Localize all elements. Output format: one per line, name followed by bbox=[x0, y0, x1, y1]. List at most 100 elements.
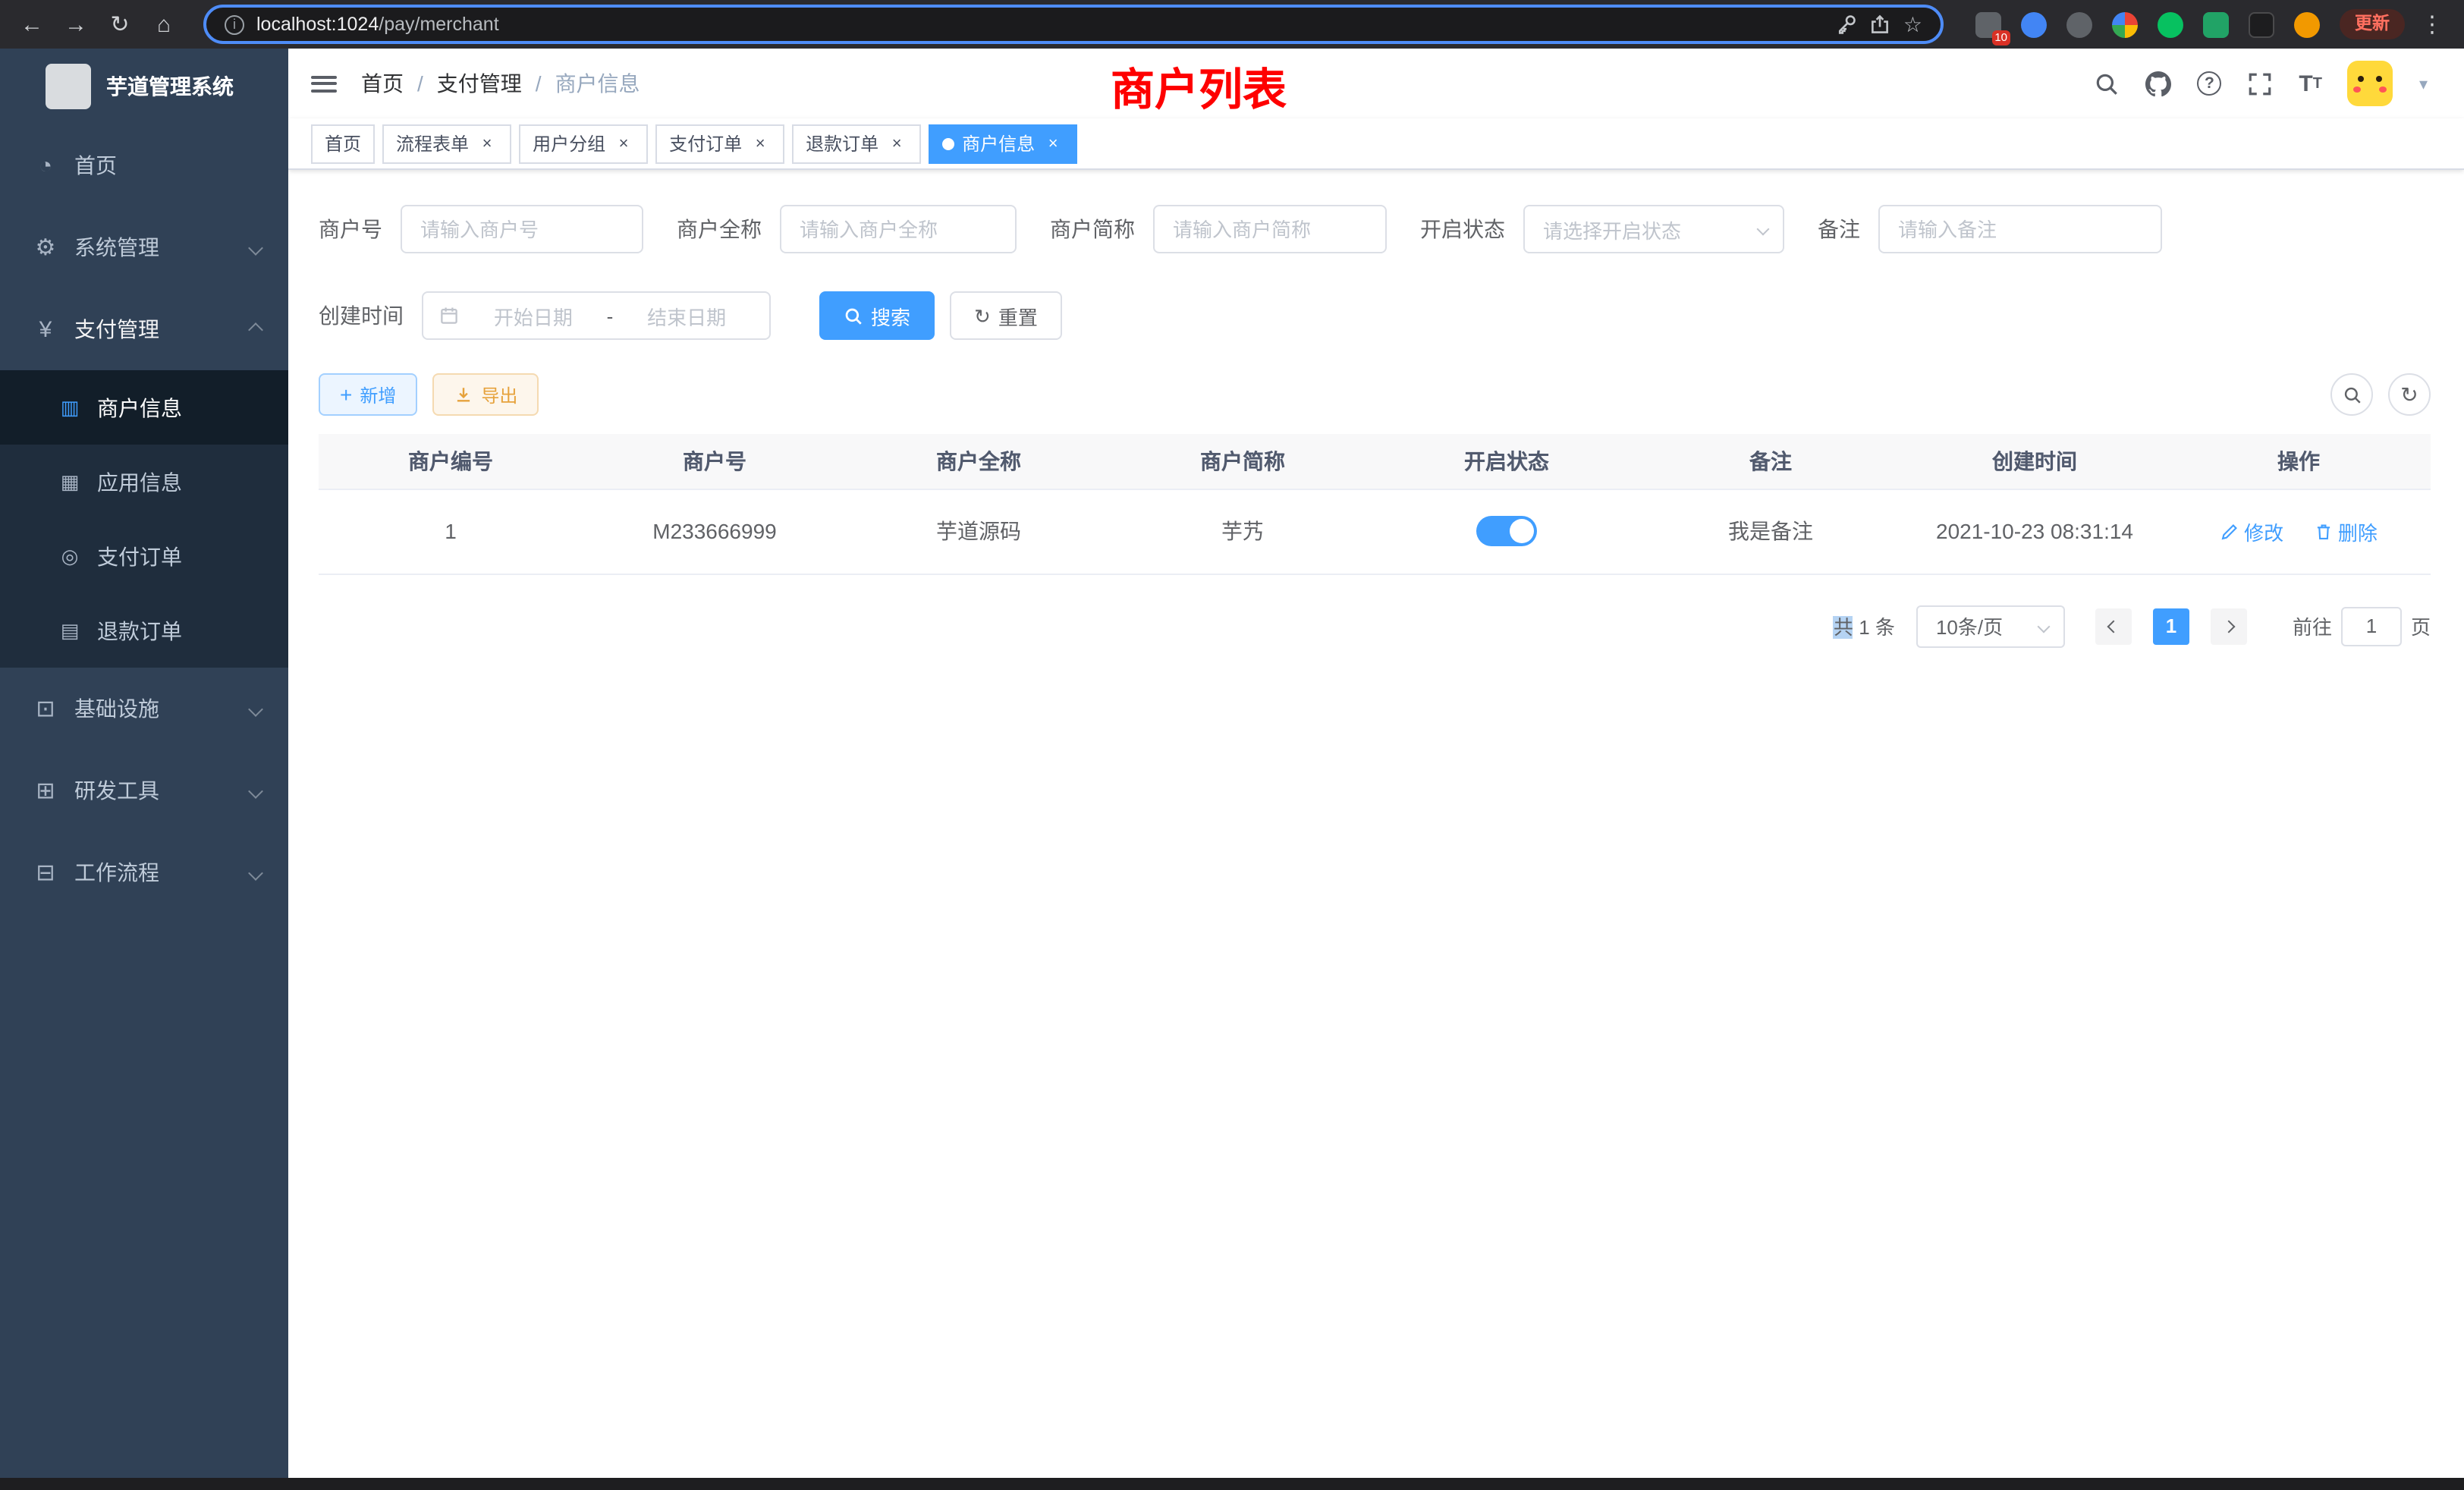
extension-icon-3[interactable] bbox=[2066, 11, 2092, 37]
next-page-button[interactable] bbox=[2211, 608, 2247, 644]
refresh-table-icon[interactable]: ↻ bbox=[2388, 373, 2431, 416]
sidebar-item-system[interactable]: ⚙ 系统管理 bbox=[0, 206, 288, 288]
breadcrumb-home[interactable]: 首页 bbox=[361, 68, 404, 99]
merchant-table: 商户编号 商户号 商户全称 商户简称 开启状态 备注 创建时间 操作 1 M23… bbox=[319, 434, 2431, 574]
pencil-icon bbox=[2220, 521, 2239, 541]
table-toolbar: +新增 导出 ↻ bbox=[319, 373, 2431, 416]
back-icon[interactable]: ← bbox=[15, 11, 49, 37]
create-time-label: 创建时间 bbox=[319, 300, 422, 331]
status-toggle[interactable] bbox=[1476, 516, 1537, 546]
toolbox-icon: ⊞ bbox=[32, 777, 59, 804]
edit-link-label: 修改 bbox=[2244, 517, 2283, 545]
close-icon[interactable]: × bbox=[1042, 133, 1064, 154]
sidebar-item-pay[interactable]: ¥ 支付管理 bbox=[0, 288, 288, 370]
profile-avatar[interactable] bbox=[2294, 11, 2320, 37]
top-navbar: 首页 / 支付管理 / 商户信息 商户列表 ? TT ▾ bbox=[288, 49, 2464, 118]
site-info-icon[interactable]: i bbox=[225, 14, 244, 34]
app-logo[interactable]: 芋道管理系统 bbox=[0, 49, 288, 124]
page-size-select[interactable]: 10条/页 bbox=[1916, 605, 2065, 647]
search-icon[interactable] bbox=[2094, 71, 2120, 96]
sidebar-item-home[interactable]: ◔ 首页 bbox=[0, 124, 288, 206]
extension-icon-2[interactable] bbox=[2021, 11, 2047, 37]
sidebar-item-pay-order[interactable]: ◎ 支付订单 bbox=[0, 519, 288, 593]
breadcrumb-pay[interactable]: 支付管理 bbox=[437, 68, 522, 99]
short-name-input[interactable] bbox=[1153, 205, 1387, 253]
sidebar-item-workflow[interactable]: ⊟ 工作流程 bbox=[0, 831, 288, 913]
download-icon bbox=[454, 385, 473, 404]
merchant-no-input[interactable] bbox=[401, 205, 643, 253]
sidebar-item-dev-tools[interactable]: ⊞ 研发工具 bbox=[0, 750, 288, 831]
extension-icon-4[interactable] bbox=[2112, 11, 2138, 37]
remark-input[interactable] bbox=[1878, 205, 2162, 253]
status-select[interactable]: 请选择开启状态 bbox=[1523, 205, 1784, 253]
export-button[interactable]: 导出 bbox=[432, 373, 539, 416]
column-header: 商户全称 bbox=[847, 434, 1111, 489]
filter-row-2: 创建时间 开始日期 - 结束日期 搜索 ↻重置 bbox=[319, 291, 2431, 340]
close-icon[interactable]: × bbox=[613, 133, 634, 154]
full-name-input[interactable] bbox=[780, 205, 1017, 253]
filter-row-1: 商户号 商户全称 商户简称 开启状态 请选择开启状态 bbox=[319, 205, 2431, 253]
toolbar-right: ↻ bbox=[2330, 373, 2431, 416]
browser-menu-icon[interactable]: ⋮ bbox=[2415, 11, 2449, 38]
sidebar-item-app-info[interactable]: ▦ 应用信息 bbox=[0, 445, 288, 519]
chevron-down-icon bbox=[248, 783, 263, 798]
column-header: 创建时间 bbox=[1903, 434, 2167, 489]
tab-pay-order[interactable]: 支付订单× bbox=[655, 124, 784, 163]
font-size-icon[interactable]: TT bbox=[2299, 71, 2322, 96]
tab-refund-order[interactable]: 退款订单× bbox=[792, 124, 921, 163]
forward-icon[interactable]: → bbox=[59, 11, 93, 37]
help-icon[interactable]: ? bbox=[2197, 71, 2221, 96]
monitor-icon: ⊡ bbox=[32, 695, 59, 722]
tab-process-form[interactable]: 流程表单× bbox=[382, 124, 511, 163]
extension-icon-1[interactable]: 10 bbox=[1975, 11, 2001, 37]
browser-home-icon[interactable]: ⌂ bbox=[147, 11, 181, 37]
tab-merchant-info[interactable]: 商户信息× bbox=[929, 124, 1077, 163]
close-icon[interactable]: × bbox=[886, 133, 907, 154]
goto-page-input[interactable] bbox=[2341, 606, 2402, 646]
create-time-range-picker[interactable]: 开始日期 - 结束日期 bbox=[422, 291, 771, 340]
fullscreen-icon[interactable] bbox=[2247, 71, 2273, 96]
goto-page: 前往 页 bbox=[2293, 606, 2431, 646]
column-header: 操作 bbox=[2167, 434, 2431, 489]
tab-user-group[interactable]: 用户分组× bbox=[519, 124, 648, 163]
chevron-right-icon bbox=[2222, 620, 2235, 633]
filter-status: 开启状态 请选择开启状态 bbox=[1420, 205, 1784, 253]
tab-home[interactable]: 首页 bbox=[311, 124, 375, 163]
breadcrumb-separator: / bbox=[536, 71, 542, 96]
prev-page-button[interactable] bbox=[2095, 608, 2132, 644]
page-number-button[interactable]: 1 bbox=[2153, 608, 2189, 644]
toggle-search-icon[interactable] bbox=[2330, 373, 2373, 416]
cell-create-time: 2021-10-23 08:31:14 bbox=[1903, 489, 2167, 574]
delete-link[interactable]: 删除 bbox=[2314, 517, 2378, 545]
github-icon[interactable] bbox=[2145, 71, 2171, 96]
sidebar-item-label: 商户信息 bbox=[97, 392, 182, 423]
dashboard-icon: ◔ bbox=[32, 152, 59, 178]
password-key-icon[interactable] bbox=[1837, 14, 1858, 35]
sidebar-toggle-icon[interactable] bbox=[311, 71, 337, 96]
browser-update-button[interactable]: 更新 bbox=[2340, 9, 2405, 39]
reload-icon[interactable]: ↻ bbox=[103, 11, 137, 38]
close-icon[interactable]: × bbox=[750, 133, 771, 154]
bookmark-star-icon[interactable]: ☆ bbox=[1903, 11, 1922, 37]
close-icon[interactable]: × bbox=[476, 133, 498, 154]
sidebar-item-infrastructure[interactable]: ⊡ 基础设施 bbox=[0, 668, 288, 750]
reset-button[interactable]: ↻重置 bbox=[950, 291, 1062, 340]
chevron-up-icon bbox=[248, 322, 263, 337]
avatar-caret-icon[interactable]: ▾ bbox=[2419, 74, 2428, 93]
user-avatar[interactable] bbox=[2348, 61, 2393, 106]
extension-icon-7[interactable] bbox=[2249, 11, 2274, 37]
edit-link[interactable]: 修改 bbox=[2220, 517, 2283, 545]
share-icon[interactable] bbox=[1870, 14, 1891, 35]
main-area: 首页 / 支付管理 / 商户信息 商户列表 ? TT ▾ 首页 流程表单× 用户… bbox=[288, 49, 2464, 1490]
grid-icon: ▦ bbox=[58, 470, 82, 494]
extension-icon-5[interactable] bbox=[2158, 11, 2183, 37]
search-button-label: 搜索 bbox=[871, 301, 910, 330]
url-host: localhost:1024 bbox=[256, 14, 379, 35]
tab-label: 首页 bbox=[325, 130, 361, 156]
add-button[interactable]: +新增 bbox=[319, 373, 417, 416]
extension-icon-6[interactable] bbox=[2203, 11, 2229, 37]
address-bar[interactable]: i localhost:1024/pay/merchant ☆ bbox=[203, 5, 1944, 44]
sidebar-item-merchant-info[interactable]: ▥ 商户信息 bbox=[0, 370, 288, 445]
sidebar-item-refund-order[interactable]: ▤ 退款订单 bbox=[0, 593, 288, 668]
search-button[interactable]: 搜索 bbox=[819, 291, 935, 340]
